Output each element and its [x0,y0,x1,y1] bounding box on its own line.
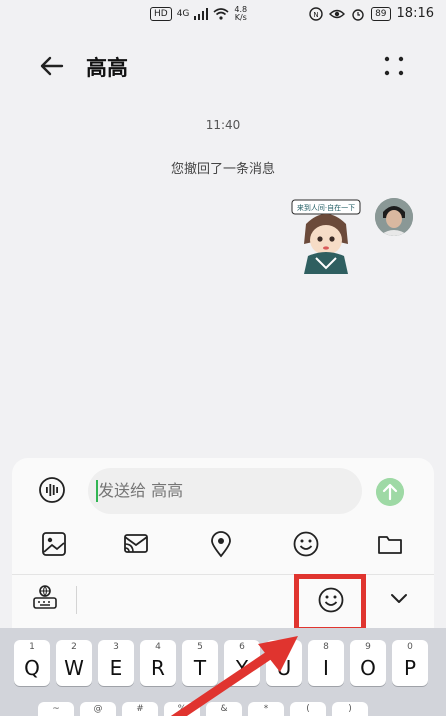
panel-divider [12,574,434,575]
signal-icon [194,8,209,20]
keyboard-emoji-icon[interactable] [317,586,345,614]
avatar-image [375,198,413,236]
text-cursor [96,480,98,502]
key-label: Q [24,656,40,680]
alarm-icon [352,8,364,21]
clock: 18:16 [396,6,434,21]
key-o[interactable]: 9O [350,640,386,686]
wifi-icon [213,8,229,20]
message-timestamp: 11:40 [205,118,241,132]
key-label: E [109,656,123,680]
key-q[interactable]: 1Q [14,640,50,686]
key-hint: @ [93,704,103,714]
sticker-message[interactable]: 来到人间·自在一下 [290,198,362,274]
key-hint: 2 [71,642,77,652]
network-type: 4G [176,9,190,19]
key-hint: 3 [113,642,119,652]
key-label: I [323,656,329,680]
voice-input-icon[interactable] [38,476,66,504]
key-label: P [403,656,417,680]
cast-icon[interactable] [122,530,150,558]
battery-icon: 89 [371,6,391,21]
eye-icon [329,9,346,18]
key-hint: ) [348,704,352,714]
send-button[interactable] [376,478,404,506]
key-hint: 0 [407,642,413,652]
avatar[interactable] [375,198,413,236]
status-bar: HD 4G 4.8 K/s N 89 18:16 [0,0,446,30]
svg-text:N: N [313,11,318,19]
chevron-down-icon[interactable] [390,592,408,604]
emoji-icon[interactable] [292,530,320,558]
key-hint: 9 [365,642,371,652]
folder-icon[interactable] [376,530,404,558]
image-icon[interactable] [40,530,68,558]
key-label: O [360,656,376,680]
net-speed: 4.8 K/s [234,6,247,22]
key-p[interactable]: 0P [392,640,428,686]
input-panel [12,458,434,632]
key-hint: ~ [52,704,60,714]
more-dots-icon[interactable] [382,54,406,78]
key-i[interactable]: 8I [308,640,344,686]
net-speed-unit: K/s [234,13,247,22]
key-s[interactable]: @ [80,702,116,716]
message-input[interactable] [88,468,362,514]
key-label: W [64,656,84,680]
recall-notice: 您撤回了一条消息 [170,162,275,177]
page-title: 高高 [86,56,128,80]
key-k[interactable]: ) [332,702,368,716]
status-icons-left: HD 4G 4.8 K/s [150,6,247,22]
key-hint: 8 [323,642,329,652]
key-e[interactable]: 3E [98,640,134,686]
status-icons-right: N 89 18:16 [309,6,434,21]
key-w[interactable]: 2W [56,640,92,686]
toolbar-divider [76,586,77,614]
nfc-icon: N [309,6,323,21]
sticker-caption: 来到人间·自在一下 [297,203,355,212]
chat-header: 高高 [0,40,446,92]
key-hint: 1 [29,642,35,652]
arrow-left-icon[interactable] [36,50,68,82]
key-a[interactable]: ~ [38,702,74,716]
location-icon[interactable] [207,530,235,558]
hd-badge: HD [150,7,172,21]
annotation-arrow [170,636,298,716]
keyboard-settings-icon[interactable] [32,584,58,610]
